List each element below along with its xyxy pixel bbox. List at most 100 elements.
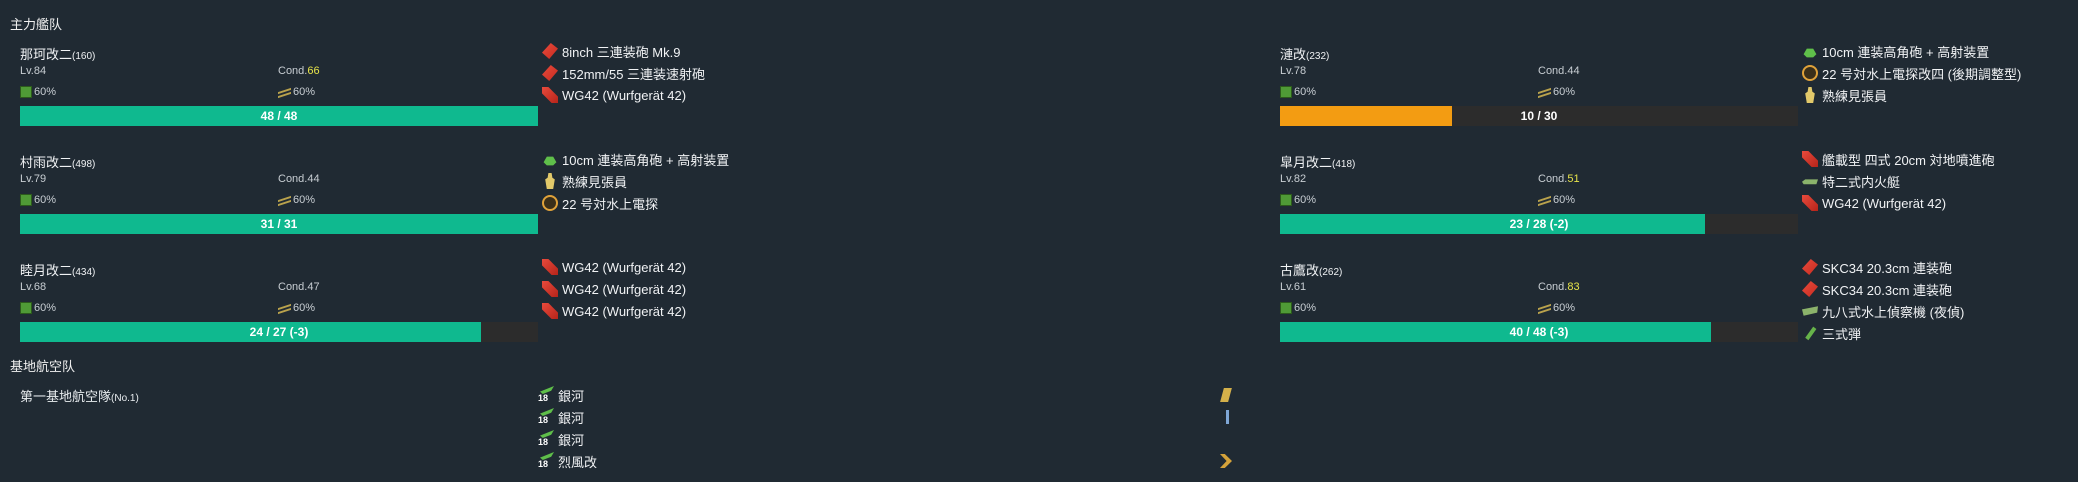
- ship-cond: Cond.83: [1538, 281, 1580, 293]
- main-gun-icon: [1802, 259, 1818, 275]
- rocket-launcher-icon: [1802, 195, 1818, 211]
- ammo-status: 60%: [278, 86, 315, 98]
- equip-slot[interactable]: WG42 (Wurfgerät 42): [542, 301, 686, 321]
- fuel-status: 60%: [20, 86, 56, 98]
- equip-slot[interactable]: 熟練見張員: [542, 171, 627, 191]
- fuel-icon: [20, 194, 32, 206]
- ship-card[interactable]: 古鷹改(262) Lv.61 Cond.83 60% 60% 40 / 48 (…: [1280, 260, 1798, 350]
- hp-bar: 24 / 27 (-3): [20, 322, 538, 342]
- equip-slot[interactable]: 九八式水上偵察機 (夜偵): [1802, 301, 1964, 321]
- fuel-icon: [20, 86, 32, 98]
- ship-level: Lv.61: [1280, 281, 1307, 293]
- ship-level: Lv.68: [20, 281, 47, 293]
- equip-slot[interactable]: 三式弾: [1802, 323, 1861, 343]
- equip-slot[interactable]: 152mm/55 三連装速射砲: [542, 63, 705, 83]
- fuel-icon: [20, 302, 32, 314]
- air-slot[interactable]: 18 銀河: [538, 407, 584, 427]
- ship-name: 漣改(232): [1280, 47, 1330, 62]
- hp-bar: 40 / 48 (-3): [1280, 322, 1798, 342]
- air-slot[interactable]: 18 銀河: [538, 385, 584, 405]
- ammo-status: 60%: [1538, 86, 1575, 98]
- ship-card[interactable]: 漣改(232) Lv.78 Cond.44 60% 60% 10 / 30: [1280, 44, 1798, 134]
- ship-level: Lv.82: [1280, 173, 1307, 185]
- hp-text: 31 / 31: [260, 217, 298, 231]
- equip-slot[interactable]: 艦載型 四式 20cm 対地噴進砲: [1802, 149, 1995, 169]
- ship-name: 古鷹改(262): [1280, 263, 1343, 278]
- ship-cond: Cond.44: [1538, 65, 1580, 77]
- proficiency-icon: [1220, 388, 1232, 402]
- hp-text: 40 / 48 (-3): [1509, 325, 1569, 339]
- rocket-launcher-icon: [1802, 151, 1818, 167]
- rocket-launcher-icon: [542, 281, 558, 297]
- main-gun-icon: [542, 43, 558, 59]
- fuel-status: 60%: [20, 302, 56, 314]
- ship-name: 村雨改二(498): [20, 155, 96, 170]
- ship-cond: Cond.44: [278, 173, 320, 185]
- lbas-heading: 基地航空队: [10, 359, 76, 374]
- ammo-status: 60%: [278, 302, 315, 314]
- ammo-icon: [278, 304, 291, 313]
- main-fleet-heading: 主力艦队: [10, 17, 63, 32]
- equip-slot[interactable]: WG42 (Wurfgerät 42): [542, 85, 686, 105]
- ammo-icon: [1538, 304, 1551, 313]
- equip-slot[interactable]: WG42 (Wurfgerät 42): [542, 279, 686, 299]
- fuel-status: 60%: [1280, 194, 1316, 206]
- fuel-status: 60%: [1280, 302, 1316, 314]
- seaplane-icon: [1802, 306, 1818, 316]
- fuel-status: 60%: [1280, 86, 1316, 98]
- proficiency-icon: [1220, 454, 1232, 468]
- ship-level: Lv.78: [1280, 65, 1307, 77]
- ship-name: 皐月改二(418): [1280, 155, 1356, 170]
- equip-slot[interactable]: 10cm 連装高角砲 + 高射装置: [542, 149, 729, 169]
- aa-gun-icon: [543, 156, 557, 166]
- ship-card[interactable]: 睦月改二(434) Lv.68 Cond.47 60% 60% 24 / 27 …: [20, 260, 538, 350]
- ship-name: 睦月改二(434): [20, 263, 96, 278]
- aa-gun-icon: [1803, 48, 1817, 58]
- main-gun-icon: [1802, 281, 1818, 297]
- equip-slot[interactable]: SKC34 20.3cm 連装砲: [1802, 257, 1952, 277]
- equip-slot[interactable]: 10cm 連装高角砲 + 高射装置: [1802, 41, 1989, 61]
- equip-slot[interactable]: 熟練見張員: [1802, 85, 1887, 105]
- fighter-icon: 18: [538, 452, 554, 470]
- ship-cond: Cond.47: [278, 281, 320, 293]
- air-base-name: 第一基地航空隊(No.1): [20, 389, 139, 404]
- ammo-icon: [1538, 196, 1551, 205]
- rocket-launcher-icon: [542, 87, 558, 103]
- equip-slot[interactable]: WG42 (Wurfgerät 42): [1802, 193, 1946, 213]
- proficiency-icon: [1226, 410, 1229, 424]
- ship-card[interactable]: 村雨改二(498) Lv.79 Cond.44 60% 60% 31 / 31: [20, 152, 538, 242]
- equip-slot[interactable]: 特二式内火艇: [1802, 171, 1900, 191]
- hp-text: 23 / 28 (-2): [1509, 217, 1569, 231]
- fuel-icon: [1280, 302, 1292, 314]
- ammo-status: 60%: [1538, 194, 1575, 206]
- ammo-shell-icon: [1805, 326, 1817, 341]
- ship-name: 那珂改二(160): [20, 47, 96, 62]
- amphibious-tank-icon: [1802, 179, 1818, 185]
- rocket-launcher-icon: [542, 303, 558, 319]
- equip-slot[interactable]: SKC34 20.3cm 連装砲: [1802, 279, 1952, 299]
- ammo-icon: [278, 88, 291, 97]
- lookout-icon: [1805, 87, 1815, 103]
- equip-slot[interactable]: WG42 (Wurfgerät 42): [542, 257, 686, 277]
- fuel-icon: [1280, 86, 1292, 98]
- ammo-status: 60%: [278, 194, 315, 206]
- ship-card[interactable]: 那珂改二(160) Lv.84 Cond.66 60% 60% 48 / 48: [20, 44, 538, 134]
- lookout-icon: [545, 173, 555, 189]
- ship-level: Lv.79: [20, 173, 47, 185]
- radar-icon: [542, 195, 558, 211]
- ammo-icon: [278, 196, 291, 205]
- equip-slot[interactable]: 8inch 三連装砲 Mk.9: [542, 41, 680, 61]
- hp-text: 24 / 27 (-3): [249, 325, 309, 339]
- ship-cond: Cond.51: [1538, 173, 1580, 185]
- ship-card[interactable]: 皐月改二(418) Lv.82 Cond.51 60% 60% 23 / 28 …: [1280, 152, 1798, 242]
- ship-cond: Cond.66: [278, 65, 320, 77]
- equip-slot[interactable]: 22 号対水上電探: [542, 193, 658, 213]
- radar-icon: [1802, 65, 1818, 81]
- rocket-launcher-icon: [542, 259, 558, 275]
- land-bomber-icon: 18: [538, 430, 554, 448]
- equip-slot[interactable]: 22 号対水上電探改四 (後期調整型): [1802, 63, 2021, 83]
- air-slot[interactable]: 18 烈風改: [538, 451, 597, 471]
- hp-bar: 10 / 30: [1280, 106, 1798, 126]
- air-slot[interactable]: 18 銀河: [538, 429, 584, 449]
- land-bomber-icon: 18: [538, 408, 554, 426]
